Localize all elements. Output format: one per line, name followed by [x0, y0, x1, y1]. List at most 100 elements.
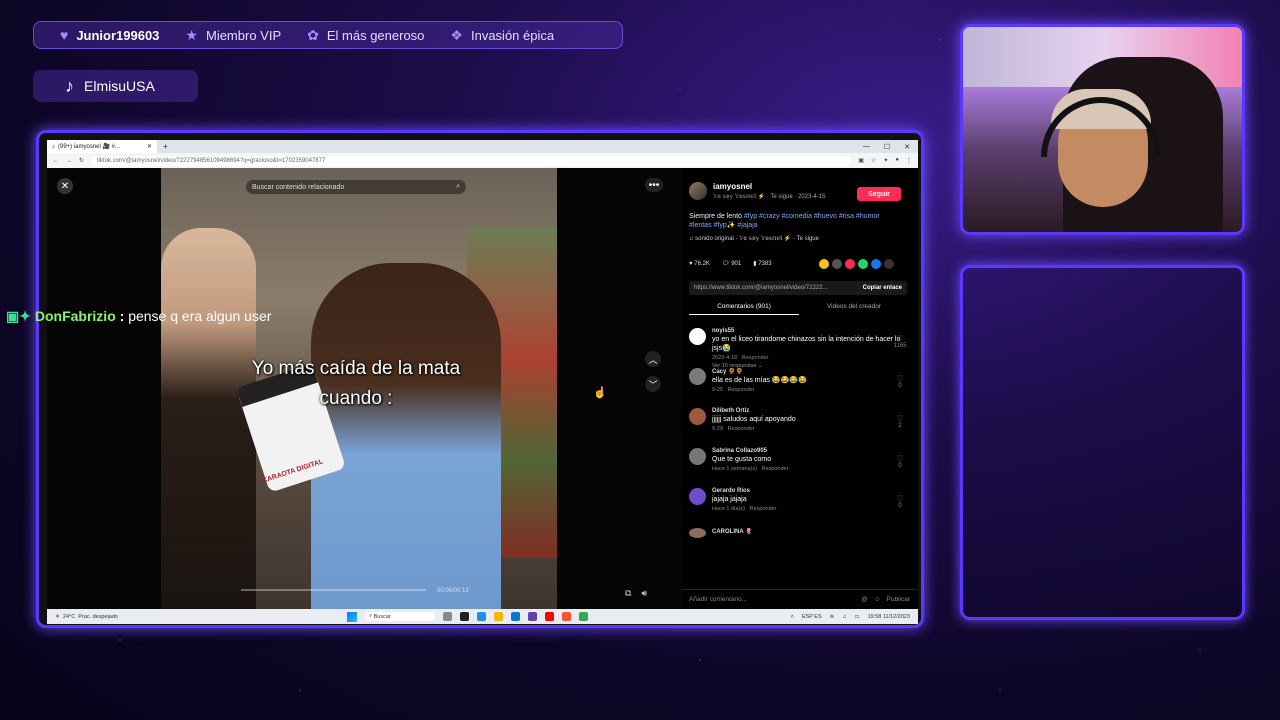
store-icon[interactable] — [511, 612, 520, 621]
comment-stat[interactable]: 💬︎ 901 — [722, 260, 741, 267]
facebook-icon[interactable] — [871, 259, 881, 269]
minimize-icon[interactable]: — — [863, 143, 870, 151]
reload-icon[interactable]: ↻ — [79, 157, 84, 164]
browser-tab[interactable]: ♪ (99+) iamyosnel 🎥 #... ✕ — [47, 140, 157, 153]
author-name[interactable]: iamyosnel — [713, 182, 825, 191]
taskbar-search[interactable]: ⌕ Buscar — [365, 612, 435, 621]
more-options-button[interactable]: ••• — [645, 178, 663, 192]
comment-input[interactable]: Añadir comentario... — [689, 596, 855, 603]
clock[interactable]: 19:58 11/12/2023 — [868, 614, 910, 620]
search-icon[interactable]: ⌕ — [456, 183, 460, 191]
reply-button[interactable]: Responder — [742, 355, 769, 361]
url-field[interactable]: tiktok.com/@iamyosnel/video/722279485610… — [91, 155, 852, 166]
youtube-icon[interactable] — [545, 612, 554, 621]
alert-top-supporter: ♥ Junior199603 — [34, 27, 159, 43]
new-tab-button[interactable]: + — [163, 142, 168, 151]
video-progress-bar[interactable] — [241, 589, 426, 591]
author-info[interactable]: iamyosnel 𝕐𝕠 𝕤𝕠𝕪 𝕐𝕠𝕤𝕟𝕖𝕝 ⚡ · Te sigue · 2… — [689, 182, 825, 200]
reply-button[interactable]: Responder — [728, 426, 755, 432]
whatsapp-icon[interactable] — [858, 259, 868, 269]
sound-info[interactable]: ♫ sonido original - 𝕐𝕠 𝕤𝕠𝕪 𝕐𝕠𝕤𝕟𝕖𝕝 ⚡ · Te… — [689, 235, 819, 242]
obs-icon[interactable] — [528, 612, 537, 621]
start-button-icon[interactable] — [347, 611, 357, 622]
lang-indicator[interactable]: ESP ES — [802, 614, 822, 620]
comment-user[interactable]: Cacy 🌻🌻 — [712, 368, 909, 375]
previous-video-button[interactable]: ︿ — [645, 351, 661, 367]
reply-button[interactable]: Responder — [750, 506, 777, 512]
volume-tray-icon[interactable]: ♫ — [842, 614, 846, 620]
weather-widget[interactable]: ☀ 24°C Prac. despejado — [47, 614, 347, 620]
chevron-up-icon[interactable]: ˄ — [791, 614, 794, 620]
screen-share-icon[interactable]: ▣ — [858, 157, 864, 164]
mention-icon[interactable]: @ — [861, 596, 868, 603]
video-description: Siempre de lento #fyp #crazy #comedia #h… — [689, 212, 899, 230]
video-player[interactable]: CARAOTA DIGITAL Buscar contenido relacio… — [161, 168, 557, 609]
heart-icon: ♥ — [689, 260, 693, 267]
tab-comments[interactable]: Comentarios (901) — [689, 303, 799, 315]
comment-user[interactable]: noyis55 — [712, 328, 909, 334]
follow-button[interactable]: Seguir — [857, 187, 901, 201]
coin-icon[interactable] — [819, 259, 829, 269]
forward-icon[interactable]: → — [66, 158, 72, 164]
list-item: Gerardo Ríos jajaja jajaja Hace 1 día(s)… — [689, 488, 909, 528]
alert-label: Miembro VIP — [205, 27, 282, 43]
comment-like[interactable]: ♡ 0 — [893, 454, 907, 469]
copy-link-button[interactable]: Copiar enlace — [863, 285, 902, 291]
reply-button[interactable]: Responder — [728, 387, 755, 393]
avatar[interactable] — [689, 408, 706, 425]
chat-badge-icon: ▣✦ — [6, 308, 31, 324]
share-icon[interactable] — [884, 259, 894, 269]
emoji-icon[interactable]: ☺ — [874, 596, 881, 603]
list-item: Dilibeth Ortiz jjjjjj saludos aquí apoya… — [689, 408, 909, 448]
menu-icon[interactable]: ⋮ — [906, 157, 912, 164]
tiktok-page: ✕ CARAOTA DIGITAL Buscar contenido relac… — [47, 168, 918, 609]
volume-icon[interactable]: 🔊︎ — [641, 588, 647, 599]
avatar[interactable] — [689, 448, 706, 465]
browser-window: ♪ (99+) iamyosnel 🎥 #... ✕ + — ☐ ✕ ← → ↻… — [47, 140, 918, 624]
window-controls: — ☐ ✕ — [863, 143, 918, 151]
next-video-button[interactable]: ﹀ — [645, 376, 661, 392]
battery-icon[interactable]: ▭ — [854, 614, 859, 620]
avatar[interactable] — [689, 328, 706, 345]
maximize-icon[interactable]: ☐ — [884, 143, 890, 151]
comment-user[interactable]: Sabrina Collazo905 — [712, 448, 909, 454]
reply-button[interactable]: Responder — [762, 466, 789, 472]
file-explorer-icon[interactable] — [494, 612, 503, 621]
save-stat[interactable]: ▮ 7383 — [753, 260, 771, 267]
comment-user[interactable]: CAROLINA 🌷 — [712, 528, 909, 535]
comment-like[interactable]: ♡ 0 — [893, 374, 907, 389]
webcam-frame — [960, 24, 1245, 235]
comment-like[interactable]: ♡ 0 — [893, 494, 907, 509]
send-icon[interactable] — [845, 259, 855, 269]
wifi-icon[interactable]: ≋ — [830, 614, 835, 620]
author-avatar[interactable] — [689, 182, 707, 200]
brave-icon[interactable] — [562, 612, 571, 621]
task-view-icon[interactable] — [443, 612, 452, 621]
avatar[interactable] — [689, 488, 706, 505]
close-video-button[interactable]: ✕ — [57, 178, 73, 194]
avatar[interactable] — [689, 528, 706, 538]
embed-icon[interactable] — [832, 259, 842, 269]
heart-icon: ♥ — [60, 27, 69, 43]
weather-temp: 24°C — [62, 613, 76, 620]
bookmark-icon[interactable]: ☆ — [871, 157, 876, 164]
close-window-icon[interactable]: ✕ — [904, 143, 910, 151]
tiktok-app-icon[interactable] — [460, 612, 469, 621]
edge-icon[interactable] — [477, 612, 486, 621]
related-search-input[interactable]: Buscar contenido relacionado ⌕ — [246, 180, 466, 194]
chrome-icon[interactable] — [579, 612, 588, 621]
comment-like[interactable]: ♡ 2 — [893, 414, 907, 429]
comment-user[interactable]: Dilibeth Ortiz — [712, 408, 909, 414]
comment-like[interactable]: ♡ 1165 — [893, 334, 907, 349]
post-comment-button[interactable]: Publicar — [887, 596, 910, 603]
avatar[interactable] — [689, 368, 706, 385]
profile-icon[interactable]: ● — [895, 157, 899, 164]
close-tab-icon[interactable]: ✕ — [147, 143, 152, 150]
like-stat[interactable]: ♥ 76.2K — [689, 261, 710, 267]
comment-user[interactable]: Gerardo Ríos — [712, 488, 909, 494]
back-icon[interactable]: ← — [53, 158, 59, 164]
extensions-icon[interactable]: ✦ — [883, 157, 888, 164]
tab-creator-videos[interactable]: Videos del creador — [799, 303, 909, 315]
mini-player-icon[interactable]: ⧉ — [625, 588, 631, 599]
chat-separator: : — [119, 308, 125, 324]
